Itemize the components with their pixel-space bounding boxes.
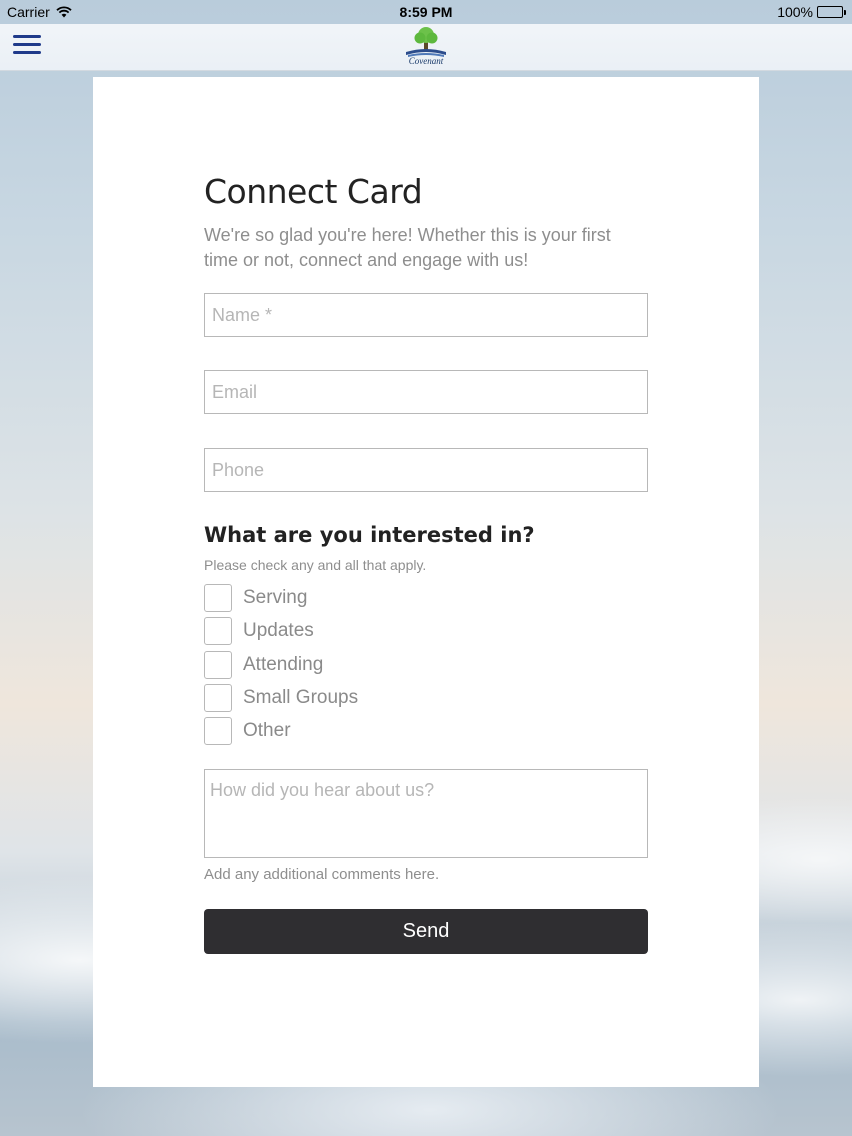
- checkbox-label: Small Groups: [243, 687, 359, 708]
- checkbox-label: Attending: [243, 654, 324, 675]
- page-title: Connect Card: [204, 172, 423, 211]
- battery-icon: [817, 6, 846, 18]
- interest-option-serving[interactable]: Serving: [204, 584, 307, 612]
- covenant-logo: Covenant: [400, 24, 452, 70]
- interest-option-other[interactable]: Other: [204, 717, 291, 745]
- comments-help: Add any additional comments here.: [204, 866, 440, 883]
- interest-option-updates[interactable]: Updates: [204, 617, 314, 645]
- tree-logo-icon: [406, 27, 446, 57]
- hamburger-menu-icon[interactable]: [13, 35, 41, 57]
- comments-textarea[interactable]: [204, 769, 648, 858]
- status-time: 8:59 PM: [399, 4, 453, 20]
- interest-option-small-groups[interactable]: Small Groups: [204, 684, 358, 712]
- logo-text: Covenant: [408, 56, 444, 66]
- checkbox[interactable]: [204, 684, 232, 712]
- interests-help: Please check any and all that apply.: [204, 557, 427, 573]
- interests-heading: What are you interested in?: [204, 523, 535, 547]
- phone-field[interactable]: [204, 448, 648, 492]
- battery-percent: 100%: [777, 4, 813, 20]
- battery-indicator: 100%: [777, 4, 846, 20]
- checkbox-label: Serving: [243, 587, 308, 608]
- checkbox[interactable]: [204, 717, 232, 745]
- checkbox[interactable]: [204, 651, 232, 679]
- checkbox[interactable]: [204, 617, 232, 645]
- send-button[interactable]: Send: [204, 909, 648, 954]
- checkbox-label: Other: [243, 720, 291, 741]
- name-field[interactable]: [204, 293, 648, 337]
- page-subtitle: We're so glad you're here! Whether this …: [204, 225, 611, 270]
- email-field[interactable]: [204, 370, 648, 414]
- interest-option-attending[interactable]: Attending: [204, 651, 323, 679]
- nav-bar: Covenant: [0, 24, 852, 71]
- checkbox[interactable]: [204, 584, 232, 612]
- status-bar: Carrier 8:59 PM 100%: [0, 0, 852, 24]
- checkbox-label: Updates: [243, 620, 314, 641]
- connect-card-panel: Connect Card We're so glad you're here! …: [93, 77, 759, 1087]
